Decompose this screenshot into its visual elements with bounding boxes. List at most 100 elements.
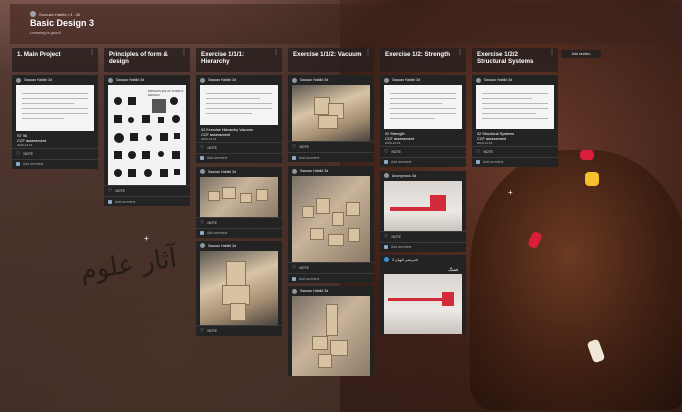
sheet-shape (130, 133, 138, 141)
comment-row[interactable]: Add comment (104, 196, 190, 206)
post-author-name: مرتضی الهیان 3d (392, 257, 418, 262)
document-thumbnail[interactable] (200, 85, 278, 125)
post-card[interactable]: Sassan Habibi 3d (288, 286, 374, 376)
add-section-button[interactable]: Add section (561, 50, 601, 58)
sheet-shape (170, 97, 178, 105)
comment-row[interactable]: Add comment (380, 156, 466, 167)
heart-icon[interactable]: ♡ (476, 149, 480, 155)
sprinkle (585, 172, 599, 186)
doc-line (482, 118, 548, 119)
heart-icon[interactable]: ♡ (292, 144, 296, 150)
add-comment-field[interactable]: Add comment (23, 162, 43, 166)
like-row[interactable]: ♡ NOTE (288, 141, 374, 152)
sheet-shape (158, 151, 164, 157)
add-comment-field[interactable]: Add comment (207, 156, 227, 160)
post-card[interactable]: Sassan Habibi 3d PRINCIPLES OF FORM & DE… (104, 75, 190, 206)
design-sheet-thumbnail[interactable]: PRINCIPLES OF FORM & DESIGN (108, 85, 186, 185)
comment-row[interactable]: Add comment (380, 241, 466, 252)
add-comment-field[interactable]: Add comment (299, 156, 319, 160)
wood-block (318, 354, 332, 368)
photo-thumbnail[interactable] (292, 176, 370, 262)
like-label: NOTE (483, 149, 493, 154)
more-options-icon[interactable]: ⋮ (181, 50, 187, 57)
comment-row[interactable]: Add comment (196, 152, 282, 163)
like-row[interactable]: ♡ NOTE (288, 262, 374, 273)
heart-icon[interactable]: ♡ (292, 265, 296, 271)
heart-icon[interactable]: ♡ (200, 328, 204, 334)
document-thumbnail[interactable] (384, 85, 462, 129)
like-label: NOTE (207, 145, 217, 150)
add-comment-field[interactable]: Add comment (483, 160, 503, 164)
post-card[interactable]: Sassan Habibi 3d ♡ NOTE (196, 240, 282, 336)
post-card[interactable]: Sassan Habibi 3d ♡ NOTE Add comment (196, 166, 282, 238)
more-options-icon[interactable]: ⋮ (273, 50, 279, 57)
more-options-icon[interactable]: ⋮ (89, 50, 95, 57)
photo-thumbnail[interactable] (384, 180, 462, 231)
heart-icon[interactable]: ♡ (200, 145, 204, 151)
post-card[interactable]: Anonymous 3d ♡ NOTE Add comment (380, 170, 466, 252)
wood-block (222, 284, 250, 305)
post-card[interactable]: Sassan Habibi 3d 02 Strength CCF assessm… (380, 75, 466, 167)
post-author-name: Sassan Habibi 3d (300, 169, 329, 173)
like-row[interactable]: ♡ NOTE (196, 141, 282, 153)
add-comment-field[interactable]: Add comment (115, 200, 135, 204)
photo-thumbnail[interactable] (384, 274, 462, 335)
post-card[interactable]: مرتضی الهیان 3d قشنگ (380, 254, 466, 335)
avatar (200, 169, 205, 175)
column-hierarchy: Exercise 1/1/1: Hierarchy ⋮ Sassan Habib… (196, 48, 282, 336)
heart-icon[interactable]: ♡ (108, 188, 112, 194)
add-comment-field[interactable]: Add comment (391, 160, 411, 164)
avatar (30, 11, 36, 17)
doc-line (482, 108, 548, 109)
sheet-shape (114, 115, 122, 123)
document-thumbnail[interactable] (16, 85, 94, 131)
photo-thumbnail[interactable] (200, 176, 278, 217)
comment-row[interactable]: Add comment (288, 273, 374, 283)
sheet-shape (128, 169, 136, 177)
more-options-icon[interactable]: ⋮ (457, 50, 463, 57)
like-row[interactable]: ♡ NOTE (196, 324, 282, 336)
add-post-icon[interactable]: + (144, 234, 149, 243)
heart-icon[interactable]: ♡ (384, 234, 388, 240)
post-caption: 02 Exercise Hierarchy Vacuum CCF assessm… (196, 125, 282, 142)
heart-icon[interactable]: ♡ (16, 151, 20, 157)
comment-avatar-icon (200, 231, 204, 236)
post-author-name: Sassan Habibi 3d (116, 78, 145, 82)
comment-row[interactable]: Add comment (196, 227, 282, 238)
post-card[interactable]: Sassan Habibi 3d ♡ NOTE Add comment (288, 75, 374, 162)
add-comment-field[interactable]: Add comment (207, 231, 227, 235)
comment-row[interactable]: Add comment (288, 152, 374, 162)
like-row[interactable]: ♡ NOTE (196, 216, 282, 228)
column-title: Exercise 1/2/2 Structural Systems (477, 51, 534, 66)
add-post-icon[interactable]: + (508, 188, 513, 197)
post-card[interactable]: Sassan Habibi 3d ST 96 CCF assessment 20… (12, 75, 98, 169)
post-card[interactable]: Sassan Habibi 3d ♡ NOTE Add comment (288, 166, 374, 283)
comment-row[interactable]: Add comment (472, 156, 558, 167)
sheet-shape (114, 133, 124, 143)
like-row[interactable]: ♡ NOTE (12, 147, 98, 159)
photo-thumbnail[interactable] (200, 250, 278, 325)
heart-icon[interactable]: ♡ (384, 149, 388, 155)
post-caption: قشنگ (380, 265, 466, 273)
like-row[interactable]: ♡ NOTE (472, 145, 558, 157)
photo-thumbnail[interactable] (292, 85, 370, 141)
post-card[interactable]: Sassan Habibi 3d 02 Exercise Hierarchy V… (196, 75, 282, 163)
photo-thumbnail[interactable] (292, 296, 370, 376)
column-title: Exercise 1/2: Strength (385, 51, 450, 58)
post-card[interactable]: Sassan Habibi 3d 02 Structural Systems C… (472, 75, 558, 167)
post-caption: ST 96 CCF assessment 2020-12-16 (12, 131, 98, 148)
like-row[interactable]: ♡ NOTE (104, 185, 190, 196)
column-vacuum: Exercise 1/1/2: Vacuum ⋮ Sassan Habibi 3… (288, 48, 374, 376)
more-options-icon[interactable]: ⋮ (549, 50, 555, 57)
doc-line (390, 113, 456, 114)
like-row[interactable]: ♡ NOTE (380, 145, 466, 157)
add-comment-field[interactable]: Add comment (391, 245, 411, 249)
comment-avatar-icon (16, 162, 20, 167)
heart-icon[interactable]: ♡ (200, 220, 204, 226)
column-header: Exercise 1/2/2 Structural Systems ⋮ (472, 48, 558, 72)
add-comment-field[interactable]: Add comment (299, 277, 319, 281)
like-row[interactable]: ♡ NOTE (380, 230, 466, 242)
more-options-icon[interactable]: ⋮ (365, 50, 371, 57)
document-thumbnail[interactable] (476, 85, 554, 129)
comment-row[interactable]: Add comment (12, 158, 98, 169)
